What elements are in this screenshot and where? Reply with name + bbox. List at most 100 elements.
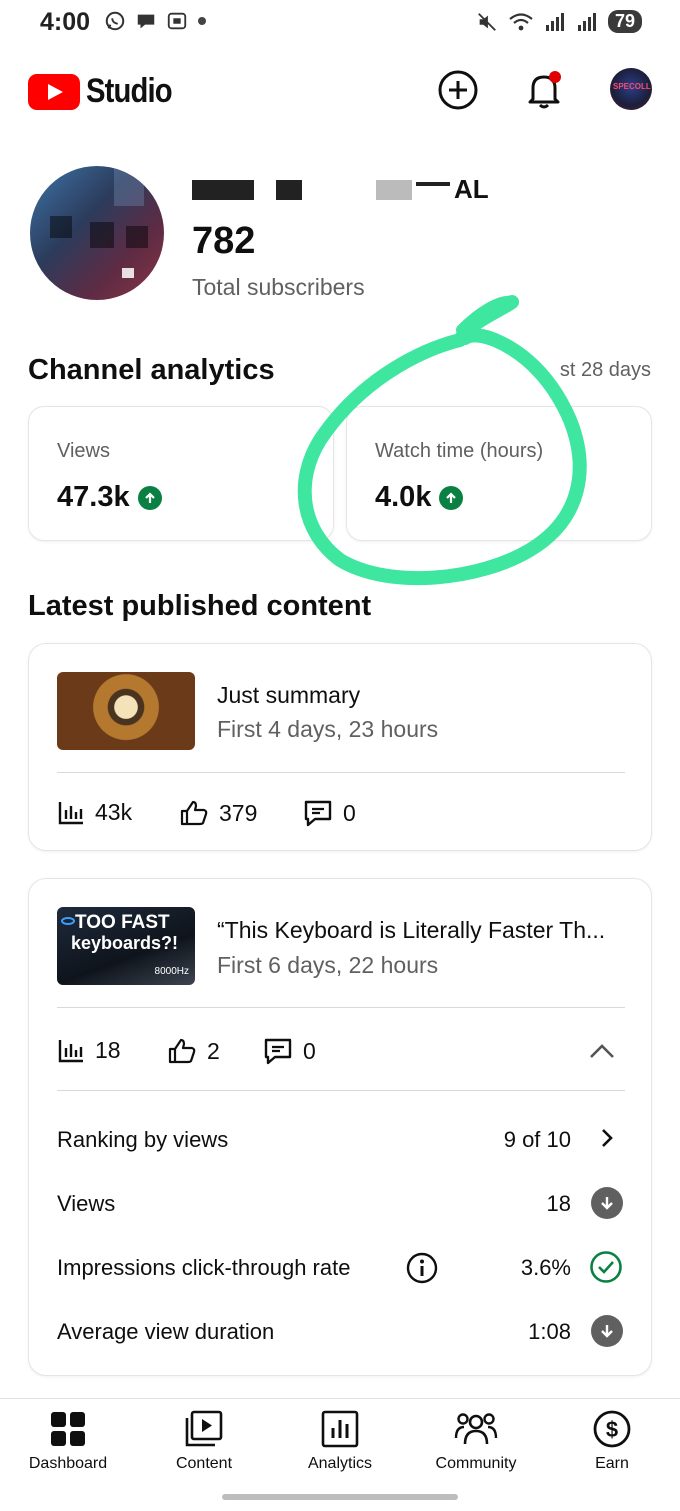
- views-row-value: 18: [546, 1191, 571, 1216]
- signal-2-icon: [577, 12, 596, 31]
- chat-icon: [137, 14, 155, 29]
- bar-chart-icon: [58, 1039, 83, 1062]
- channel-analytics-title: Channel analytics: [28, 354, 275, 386]
- youtube-studio-logo: Studio: [28, 72, 186, 111]
- collapse-button[interactable]: [587, 1039, 617, 1065]
- mute-icon: [478, 12, 496, 31]
- nav-analytics[interactable]: Analytics: [280, 1409, 400, 1473]
- likes-count: 2: [207, 1037, 220, 1064]
- plus-circle-icon: [438, 70, 478, 110]
- video-thumbnail[interactable]: [57, 672, 195, 750]
- stat-value: 47.3k: [57, 481, 162, 514]
- stat-value: 4.0k: [375, 481, 464, 514]
- thumbnail-ring: [61, 917, 75, 925]
- notifications-button[interactable]: [522, 68, 566, 112]
- thumbnail-text-1: TOO FAST: [75, 912, 170, 933]
- comments-count: 0: [343, 799, 356, 826]
- stat-number: 47.3k: [57, 481, 130, 513]
- channel-name: AL: [192, 174, 492, 204]
- stat-label: Views: [57, 440, 110, 462]
- ranking-button[interactable]: [597, 1125, 617, 1156]
- video-thumbnail[interactable]: TOO FAST keyboards?! 8000Hz: [57, 907, 195, 985]
- views-stat-card[interactable]: Views 47.3k: [28, 406, 334, 541]
- video-title[interactable]: Just summary: [217, 682, 360, 709]
- video-title[interactable]: “This Keyboard is Literally Faster Th...: [217, 917, 605, 944]
- dollar-icon: $: [552, 1409, 672, 1449]
- views-count: 18: [95, 1037, 121, 1063]
- video-period: First 4 days, 23 hours: [217, 716, 439, 742]
- stat-label: Watch time (hours): [375, 440, 544, 462]
- views-row-label: Views: [57, 1191, 116, 1216]
- status-time: 4:00: [40, 8, 91, 36]
- nav-earn[interactable]: $ Earn: [552, 1409, 672, 1473]
- thumbs-up-icon: [168, 1038, 196, 1064]
- divider: [57, 1007, 625, 1008]
- likes-count: 379: [219, 799, 258, 826]
- chevron-right-icon: [602, 1129, 613, 1147]
- dashboard-icon: [8, 1409, 128, 1449]
- divider: [57, 1090, 625, 1091]
- info-button[interactable]: [405, 1251, 439, 1290]
- account-avatar[interactable]: SPECOLL: [610, 68, 652, 110]
- nav-label: Community: [435, 1455, 517, 1472]
- arrow-up-icon: [439, 485, 464, 510]
- thumbnail-text-2: keyboards?!: [71, 933, 179, 953]
- analytics-period: st 28 days: [559, 359, 651, 381]
- ranking-label: Ranking by views: [57, 1127, 229, 1152]
- views-metric: 18: [57, 1037, 121, 1064]
- watch-time-stat-card[interactable]: Watch time (hours) 4.0k: [346, 406, 652, 541]
- check-circle-icon: [589, 1250, 623, 1289]
- status-notification-icons: [104, 10, 207, 32]
- nav-community[interactable]: Community: [416, 1409, 536, 1473]
- content-icon: [144, 1409, 264, 1449]
- create-button[interactable]: [436, 68, 480, 112]
- comments-count: 0: [303, 1037, 316, 1064]
- latest-content-title: Latest published content: [28, 590, 372, 622]
- avd-value: 1:08: [528, 1319, 571, 1344]
- ctr-label: Impressions click-through rate: [57, 1255, 351, 1280]
- logo-text: Studio: [86, 72, 173, 110]
- wifi-icon: [509, 12, 533, 30]
- comments-metric: 0: [263, 1037, 316, 1065]
- subscriber-count: 782: [192, 220, 256, 262]
- youtube-play-icon: [28, 73, 80, 110]
- nav-label: Earn: [595, 1455, 629, 1472]
- avd-label: Average view duration: [57, 1319, 275, 1344]
- arrow-down-icon: [591, 1187, 623, 1219]
- nav-dashboard[interactable]: Dashboard: [8, 1409, 128, 1473]
- chevron-up-icon: [590, 1044, 614, 1058]
- info-icon: [406, 1252, 438, 1284]
- comment-icon: [264, 1038, 292, 1065]
- stat-number: 4.0k: [375, 481, 432, 513]
- bar-chart-icon: [58, 801, 83, 824]
- nav-content[interactable]: Content: [144, 1409, 264, 1473]
- home-indicator[interactable]: [222, 1494, 458, 1500]
- status-system-icons: 79: [476, 10, 642, 33]
- ranking-value: 9 of 10: [503, 1127, 571, 1152]
- ctr-value: 3.6%: [520, 1255, 571, 1280]
- channel-name-suffix: AL: [454, 174, 489, 204]
- battery-level: 79: [607, 10, 642, 33]
- likes-metric: 2: [167, 1037, 220, 1065]
- views-metric: 43k: [57, 799, 132, 826]
- arrow-down-icon: [591, 1315, 623, 1347]
- likes-metric: 379: [179, 799, 257, 827]
- nav-label: Analytics: [307, 1455, 373, 1472]
- community-icon: [416, 1409, 536, 1449]
- arrow-up-icon: [137, 485, 162, 510]
- thumbnail-text-3: 8000Hz: [154, 966, 189, 977]
- comment-icon: [304, 800, 332, 827]
- channel-avatar: [30, 166, 164, 300]
- nav-label: Content: [175, 1455, 233, 1472]
- screenshot-icon: [167, 12, 187, 30]
- svg-text:$: $: [606, 1417, 618, 1442]
- video-card[interactable]: Just summary First 4 days, 23 hours 43k …: [28, 643, 652, 851]
- comments-metric: 0: [303, 799, 356, 827]
- subscriber-label: Total subscribers: [192, 274, 365, 300]
- whatsapp-icon: [105, 11, 125, 31]
- video-card-expanded[interactable]: TOO FAST keyboards?! 8000Hz “This Keyboa…: [28, 878, 652, 1376]
- dot-icon: [198, 17, 206, 25]
- video-period: First 6 days, 22 hours: [217, 952, 439, 978]
- bell-icon: [528, 71, 561, 109]
- divider: [57, 772, 625, 773]
